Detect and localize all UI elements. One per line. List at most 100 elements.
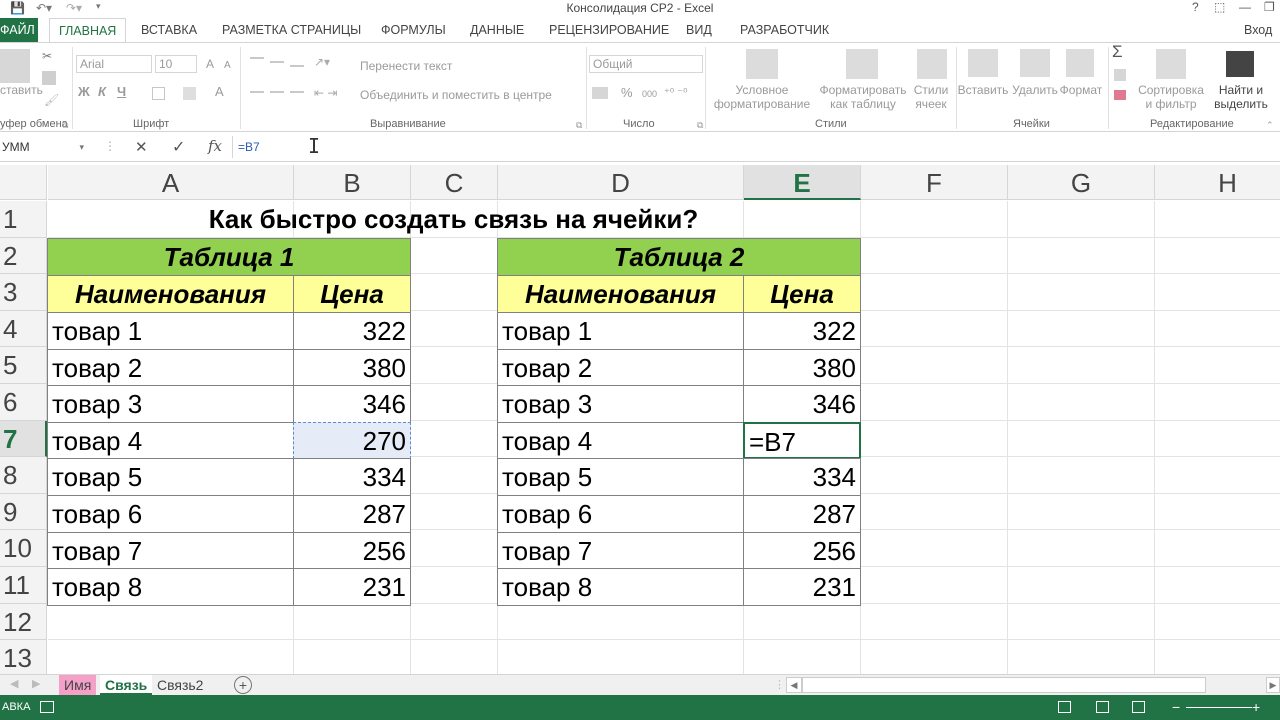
tab-page-layout[interactable]: РАЗМЕТКА СТРАНИЦЫ [222,18,361,42]
column-header-e[interactable]: E [744,165,861,200]
help-icon[interactable]: ? [1192,0,1199,14]
cell-styles-button[interactable]: Стили ячеек [905,83,957,111]
table1-name-cell[interactable]: товар 5 [47,458,294,496]
name-box[interactable]: УММ ▾ [0,138,90,158]
table2-price-cell[interactable]: 346 [743,385,861,423]
find-select-button[interactable]: Найти и выделить [1206,83,1276,111]
collapse-ribbon-icon[interactable]: ⌃ [1266,118,1274,132]
table1-price-cell[interactable]: 256 [293,531,411,570]
sheet-tab-imya[interactable]: Имя [59,675,97,695]
table1-name-cell[interactable]: товар 6 [47,495,294,533]
tab-formulas[interactable]: ФОРМУЛЫ [381,18,446,42]
paste-button[interactable]: ставить [0,83,43,97]
row-header-4[interactable]: 4 [0,310,47,348]
shrink-font-icon[interactable]: A [224,59,231,73]
underline-button[interactable]: Ч [117,85,126,99]
insert-function-icon[interactable]: fx [208,137,222,155]
table2-header-name[interactable]: Наименования [497,275,744,313]
table1-name-cell[interactable]: товар 7 [47,531,294,570]
table1-price-cell[interactable]: 334 [293,458,411,496]
format-painter-icon[interactable]: 🖌 [44,93,59,107]
table2-name-cell[interactable]: товар 4 [497,421,744,460]
percent-button[interactable]: % [621,86,633,100]
table2-price-cell[interactable]: 322 [743,312,861,350]
row-header-2[interactable]: 2 [0,237,47,275]
signin-link[interactable]: Вход [1244,18,1272,42]
row-header-8[interactable]: 8 [0,457,47,494]
alignment-launcher-icon[interactable]: ⧉ [576,118,582,132]
table1-name-cell[interactable]: товар 3 [47,385,294,423]
fill-color-icon[interactable] [183,87,196,100]
table1-header-name[interactable]: Наименования [47,275,294,313]
format-as-table-button[interactable]: Форматировать как таблицу [814,83,912,111]
hscroll-left-icon[interactable]: ◀ [786,677,802,693]
merge-center-button[interactable]: Объединить и поместить в центре [360,88,552,102]
currency-format-icon[interactable] [592,87,608,99]
tab-view[interactable]: ВИД [686,18,712,42]
enter-formula-icon[interactable]: ✓ [172,137,185,157]
sheet-title[interactable]: Как быстро создать связь на ячейки? [48,201,859,237]
select-all-corner[interactable] [0,165,47,200]
column-header-f[interactable]: F [861,165,1008,200]
table2-price-cell[interactable]: 334 [743,458,861,496]
table2-name-cell[interactable]: товар 3 [497,385,744,423]
row-header-1[interactable]: 1 [0,201,47,238]
ribbon-options-icon[interactable]: ⬚ [1214,0,1225,14]
table1-price-cell[interactable]: 322 [293,312,411,350]
row-header-5[interactable]: 5 [0,347,47,384]
grow-font-icon[interactable]: A [206,57,214,71]
row-header-3[interactable]: 3 [0,274,47,311]
table1-price-cell[interactable]: 270 [293,421,411,460]
insert-cells-button[interactable]: Вставить [956,83,1010,97]
zoom-slider[interactable] [1186,707,1252,708]
table1-price-cell[interactable]: 346 [293,385,411,423]
table1-name-cell[interactable]: товар 1 [47,312,294,350]
horizontal-scrollbar[interactable] [802,677,1206,693]
table2-name-cell[interactable]: товар 2 [497,348,744,387]
add-sheet-icon[interactable]: + [234,676,252,694]
sort-filter-icon[interactable] [1156,49,1186,79]
table1-price-cell[interactable]: 231 [293,568,411,606]
sort-filter-button[interactable]: Сортировка и фильтр [1136,83,1206,111]
table2-caption[interactable]: Таблица 2 [497,238,861,276]
table2-price-cell[interactable]: 231 [743,568,861,606]
tab-insert[interactable]: ВСТАВКА [141,18,197,42]
page-layout-view-icon[interactable] [1096,701,1109,713]
column-header-g[interactable]: G [1008,165,1155,200]
table2-price-cell[interactable]: 256 [743,531,861,570]
format-cells-button[interactable]: Формат [1054,83,1108,97]
column-header-h[interactable]: H [1155,165,1280,200]
row-header-11[interactable]: 11 [0,567,47,604]
conditional-format-button[interactable]: Условное форматирование [708,83,816,111]
row-header-7[interactable]: 7 [0,420,47,458]
tab-home[interactable]: ГЛАВНАЯ [49,18,127,43]
align-center-icon[interactable] [270,91,284,93]
cell-styles-icon[interactable] [917,49,947,79]
tab-review[interactable]: РЕЦЕНЗИРОВАНИЕ [549,18,669,42]
macro-record-icon[interactable] [40,701,54,713]
row-header-10[interactable]: 10 [0,530,47,567]
comma-style-button[interactable]: 000 [642,87,657,101]
table2-name-cell[interactable]: товар 6 [497,495,744,533]
table2-price-cell[interactable]: 380 [743,348,861,387]
fill-icon[interactable] [1114,69,1126,81]
align-top-icon[interactable] [250,57,264,59]
sheet-tab-svyaz2[interactable]: Связь2 [152,675,208,695]
table1-price-cell[interactable]: 380 [293,348,411,387]
column-header-c[interactable]: C [411,165,498,200]
table1-name-cell[interactable]: товар 2 [47,348,294,387]
number-format-combo[interactable]: Общий [589,55,703,73]
bold-button[interactable]: Ж [78,85,90,99]
table1-price-cell[interactable]: 287 [293,495,411,533]
conditional-format-icon[interactable] [746,49,778,79]
format-as-table-icon[interactable] [846,49,878,79]
row-header-9[interactable]: 9 [0,493,47,531]
font-name-combo[interactable]: Arial [76,55,152,73]
clear-icon[interactable] [1114,90,1126,100]
sheet-scroll-next-icon[interactable]: ▶ [32,677,40,690]
row-header-6[interactable]: 6 [0,384,47,421]
format-cells-icon[interactable] [1066,49,1094,77]
row-header-12[interactable]: 12 [0,603,47,641]
zoom-out-icon[interactable]: − [1172,695,1180,720]
find-select-icon[interactable] [1226,51,1254,77]
